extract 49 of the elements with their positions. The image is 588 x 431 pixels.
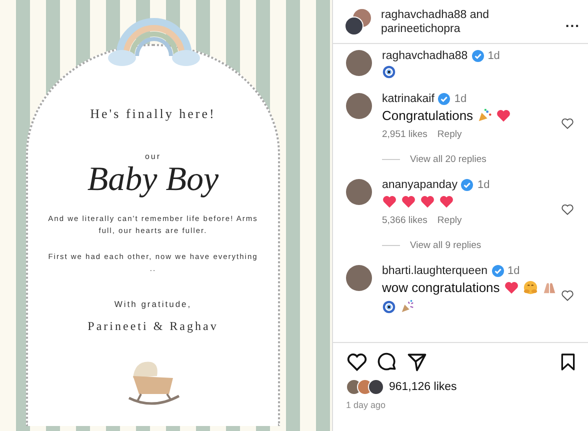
avatar[interactable] <box>346 50 372 76</box>
view-replies-link[interactable]: View all 20 replies <box>410 154 486 165</box>
avatar[interactable] <box>346 93 372 119</box>
more-button[interactable]: ... <box>565 14 580 30</box>
username[interactable]: ananyapanday <box>382 179 458 191</box>
praying-hands-icon <box>542 280 557 295</box>
timestamp: 1d <box>508 265 520 277</box>
view-replies-link[interactable]: View all 9 replies <box>410 240 482 251</box>
reply-link[interactable]: Reply <box>437 129 462 140</box>
heart-icon <box>420 194 435 209</box>
timestamp: 1d <box>488 50 500 62</box>
post-authors[interactable]: raghavchadha88 and parineetichopra <box>381 8 556 36</box>
avatar-pair[interactable] <box>345 8 371 34</box>
heart-icon <box>401 194 416 209</box>
username[interactable]: raghavchadha88 <box>382 50 468 62</box>
heart-icon <box>504 280 519 295</box>
like-count: 5,366 likes <box>382 215 428 226</box>
comment-text: Congratulations <box>382 108 474 123</box>
heart-icon <box>439 194 454 209</box>
username[interactable]: katrinakaif <box>382 93 434 105</box>
like-icon[interactable] <box>346 351 368 373</box>
avatar[interactable] <box>346 179 372 205</box>
timestamp: 1d <box>454 93 467 105</box>
like-count: 2,951 likes <box>382 129 428 140</box>
heart-icon[interactable] <box>561 203 574 216</box>
eye-charm-icon <box>382 65 396 79</box>
like-count[interactable]: 961,126 likes <box>389 381 457 393</box>
post-time: 1 day ago <box>346 400 387 410</box>
avatar <box>368 379 384 395</box>
headline: He's finally here! <box>90 106 216 122</box>
eye-charm-icon <box>382 300 396 314</box>
comment-text: wow congratulations <box>382 280 500 295</box>
heart-icon[interactable] <box>561 289 574 302</box>
heart-icon <box>496 108 512 123</box>
heart-icon <box>382 194 397 209</box>
subtitle: our <box>144 152 162 161</box>
hugging-face-icon <box>522 280 538 295</box>
avatar[interactable] <box>346 265 372 291</box>
signature: Parineeti & Raghav <box>88 319 218 334</box>
timestamp: 1d <box>477 179 490 191</box>
reply-link[interactable]: Reply <box>437 215 462 226</box>
party-popper-icon <box>400 299 415 314</box>
confetti-icon <box>477 108 492 123</box>
closing: With gratitude, <box>114 299 192 309</box>
share-icon[interactable] <box>406 351 428 373</box>
username[interactable]: bharti.laughterqueen <box>382 265 488 277</box>
comment-icon[interactable] <box>376 351 398 373</box>
heart-icon[interactable] <box>561 117 574 130</box>
title: Baby Boy <box>87 161 219 199</box>
